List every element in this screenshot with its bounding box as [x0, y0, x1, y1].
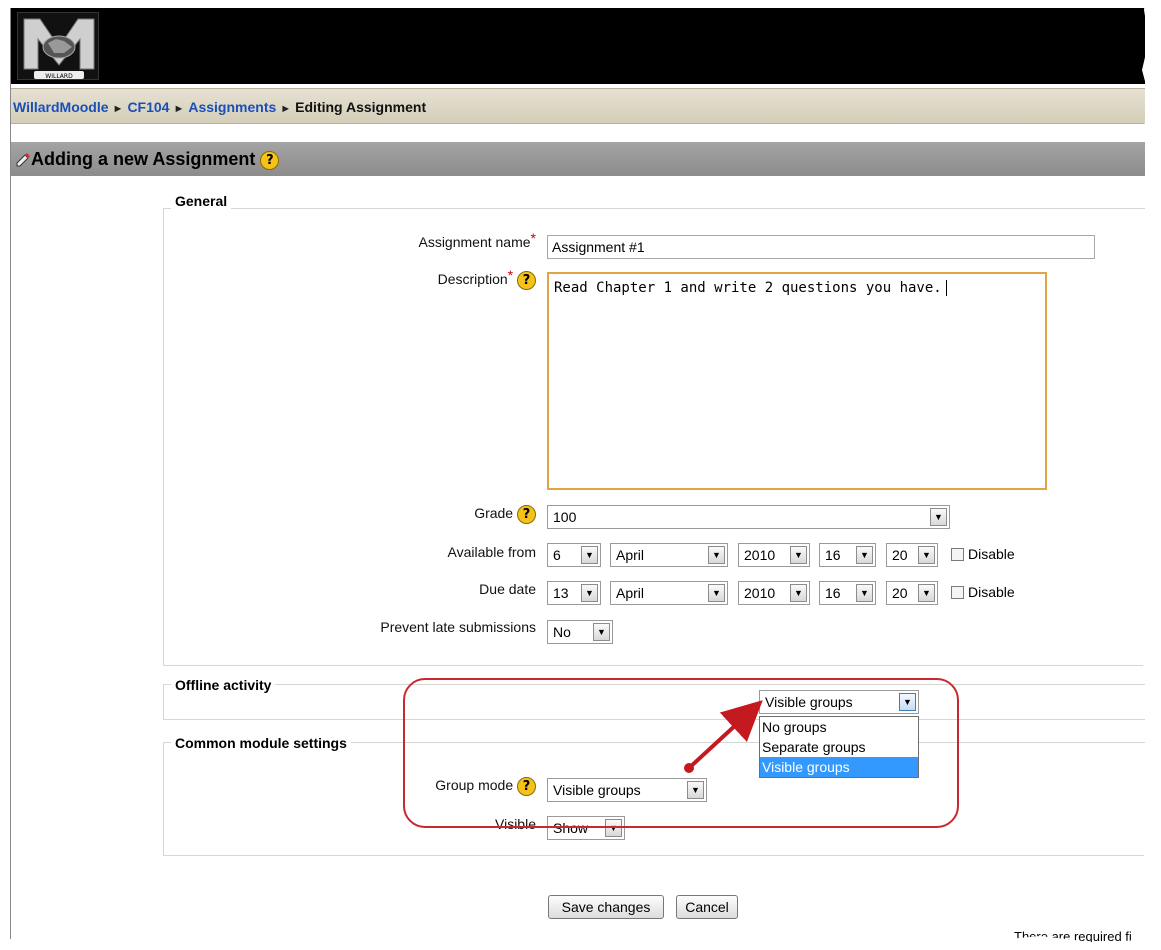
required-fields-note: There are required fi — [1014, 929, 1132, 943]
cancel-button[interactable]: Cancel — [676, 895, 738, 919]
callout-arrow — [684, 700, 763, 773]
page-frame: WILLARD WillardMoodle ► CF104 ► Assignments ►… — [10, 8, 1145, 943]
save-changes-button[interactable]: Save changes — [548, 895, 664, 919]
